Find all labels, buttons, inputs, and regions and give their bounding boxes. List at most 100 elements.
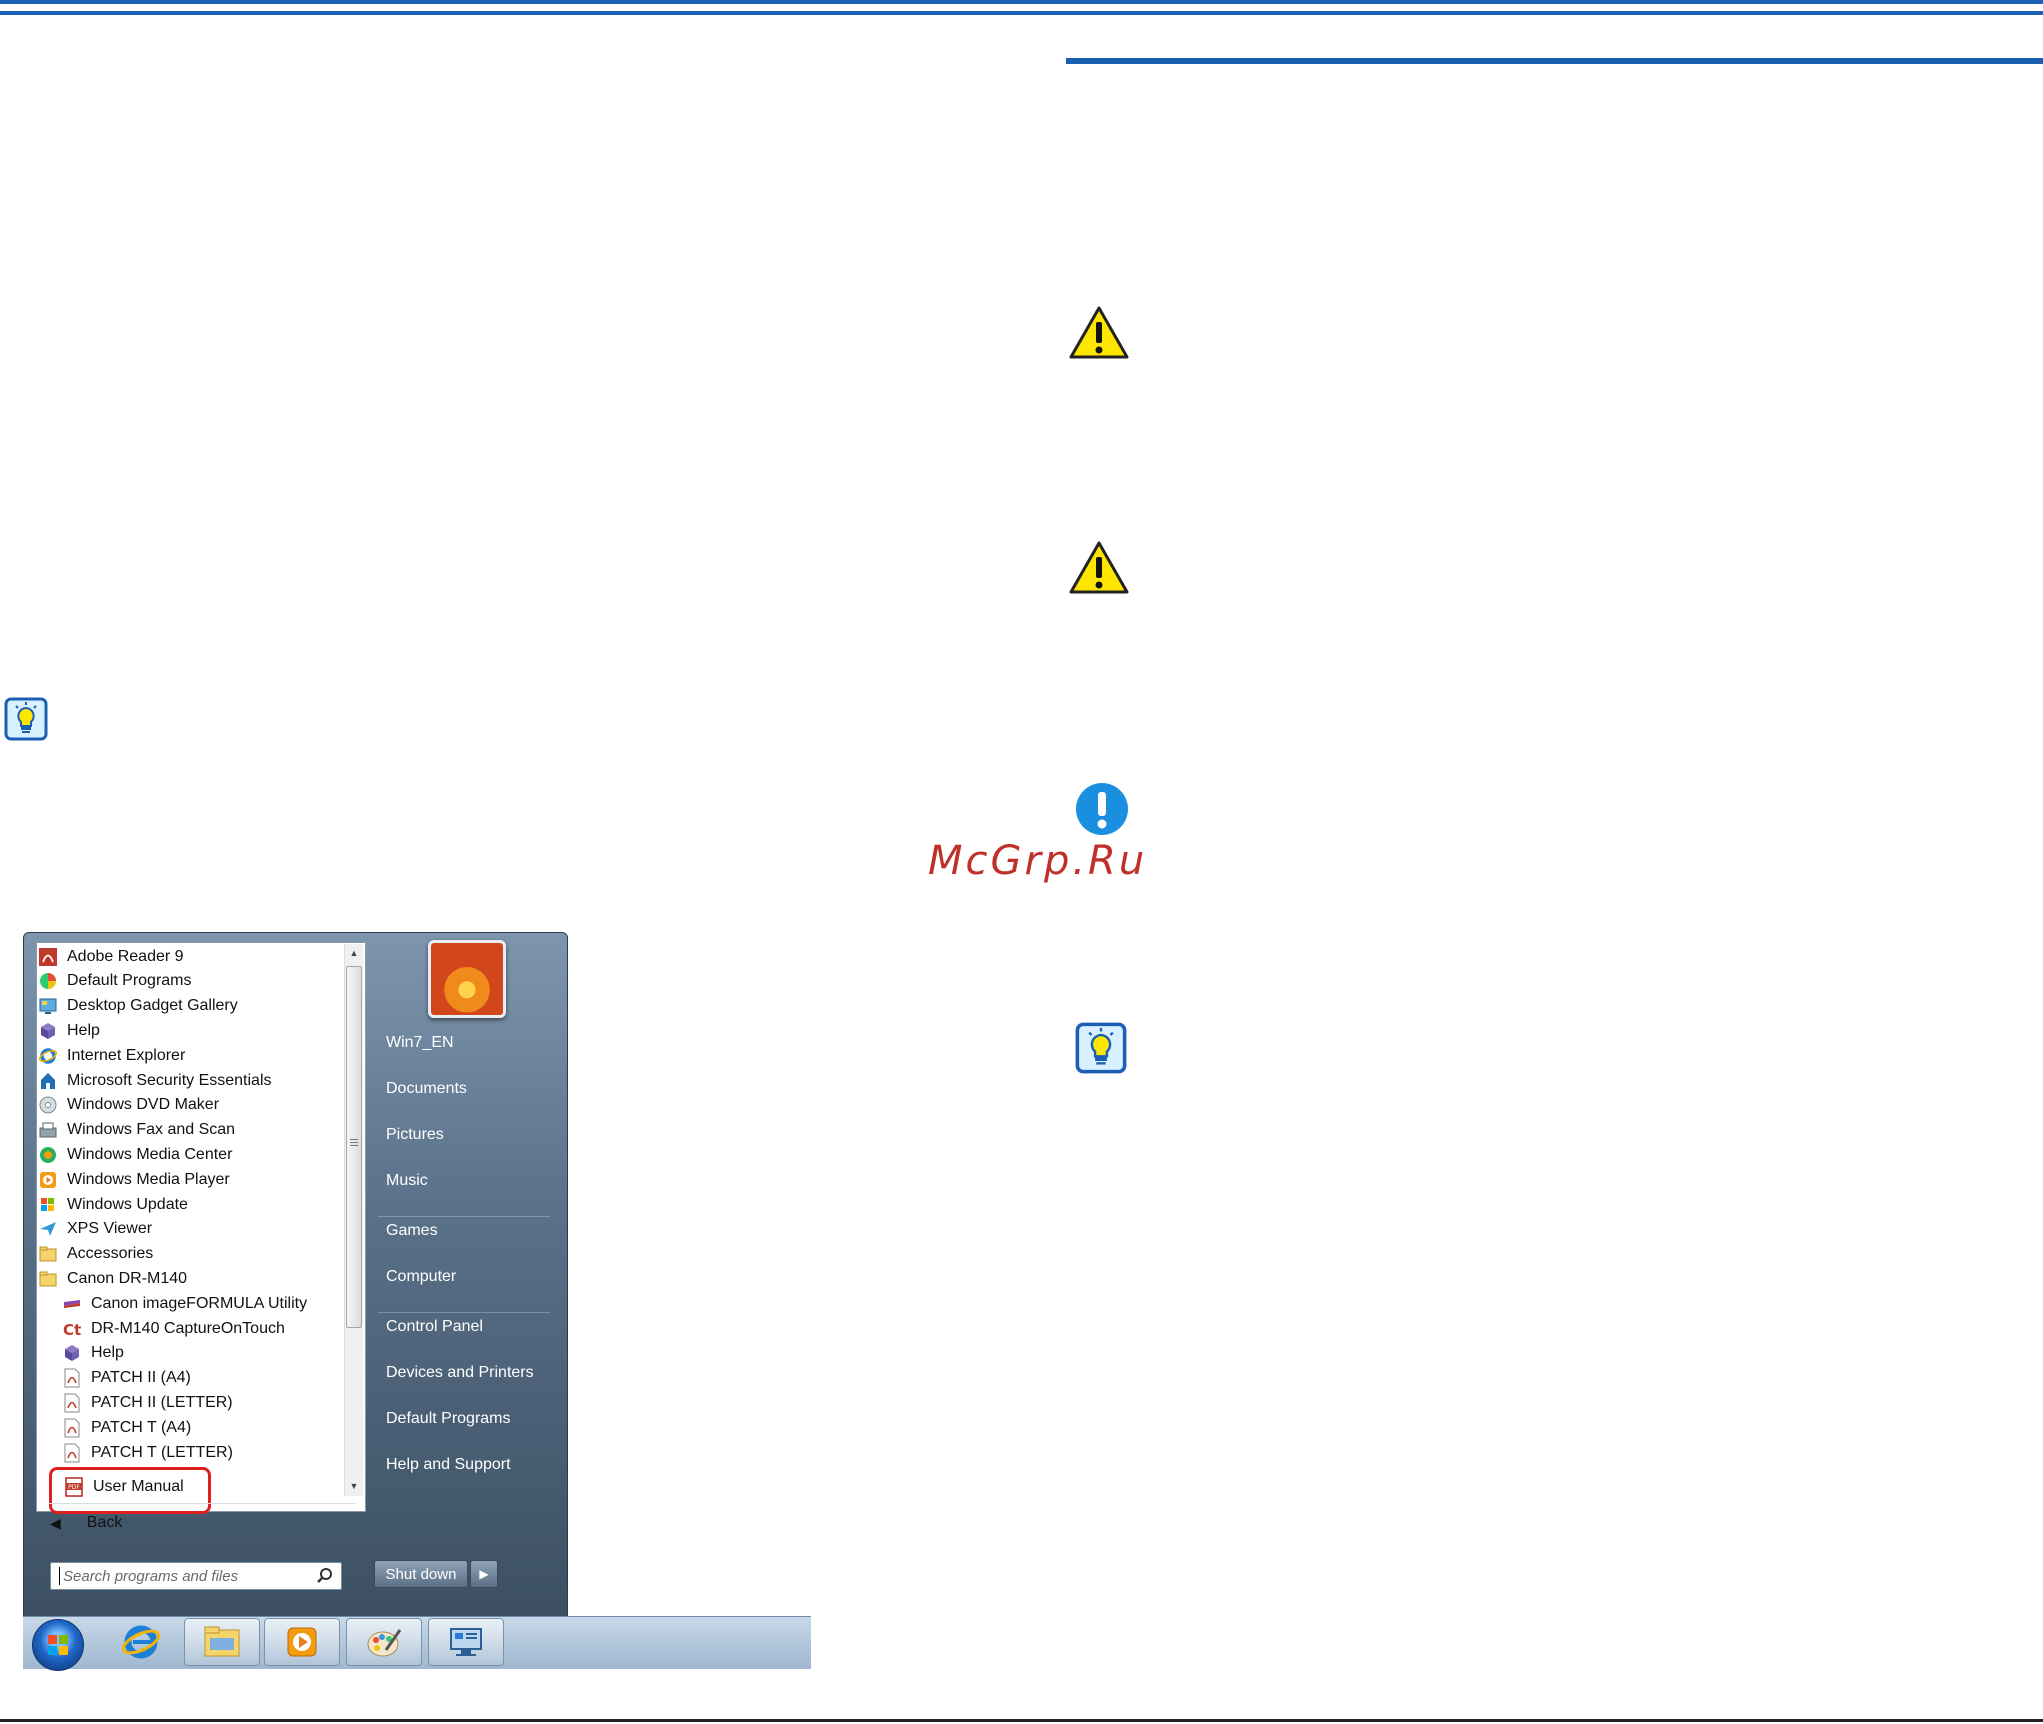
program-item-label: Canon DR-M140 (67, 1269, 188, 1287)
program-item-label: Internet Explorer (67, 1046, 186, 1064)
right-pane-item[interactable]: Computer (386, 1268, 456, 1286)
hint-icon (1075, 1022, 1127, 1074)
divider (378, 1312, 550, 1313)
pdf-icon (62, 1443, 82, 1463)
program-item-label: PATCH II (A4) (91, 1369, 191, 1387)
program-item-label: Canon imageFORMULA Utility (91, 1294, 308, 1312)
program-item[interactable]: Ct DR-M140 CaptureOnTouch (62, 1316, 285, 1341)
gadget-gallery-icon (38, 996, 58, 1016)
top-rule (0, 0, 2043, 4)
program-item[interactable]: Windows Media Player (38, 1167, 230, 1192)
paint-icon (367, 1629, 402, 1657)
program-item-label: PATCH T (A4) (91, 1418, 192, 1436)
program-item-label: Desktop Gadget Gallery (67, 997, 238, 1015)
right-pane-item[interactable]: Win7_EN (386, 1034, 454, 1052)
program-item[interactable]: PATCH T (A4) (62, 1415, 191, 1440)
program-item[interactable]: Help (62, 1341, 124, 1366)
back-button[interactable]: ◀ Back (50, 1510, 122, 1536)
program-item[interactable]: Adobe Reader 9 (38, 944, 184, 969)
back-label: Back (86, 1514, 123, 1531)
media-player-icon (38, 1170, 58, 1190)
divider (378, 1216, 550, 1217)
program-item-label: Windows Fax and Scan (67, 1121, 236, 1139)
right-pane-item[interactable]: Default Programs (386, 1410, 511, 1428)
search-input[interactable]: Search programs and files (50, 1562, 342, 1590)
taskbar-internet-explorer[interactable] (106, 1618, 176, 1666)
bottom-rule (0, 1719, 2043, 1722)
media-player-icon (287, 1627, 317, 1657)
watermark: McGrp.Ru (928, 838, 1148, 884)
scroll-up-icon[interactable]: ▲ (347, 946, 361, 960)
right-pane-item[interactable]: Devices and Printers (386, 1364, 534, 1382)
folder-icon (204, 1626, 240, 1657)
back-arrow-icon: ◀ (50, 1514, 61, 1531)
right-pane-item[interactable]: Music (386, 1172, 428, 1190)
scroll-down-icon[interactable]: ▼ (347, 1479, 361, 1493)
taskbar-paint[interactable] (346, 1618, 422, 1666)
right-pane-item[interactable]: Help and Support (386, 1456, 511, 1474)
taskbar-media-player[interactable] (264, 1618, 340, 1666)
program-item[interactable]: Canon imageFORMULA Utility (62, 1291, 307, 1316)
right-pane-item[interactable]: Games (386, 1222, 438, 1240)
help-book-icon (62, 1343, 82, 1363)
folder-icon (38, 1269, 58, 1289)
program-item[interactable]: Default Programs (38, 969, 192, 994)
user-avatar[interactable] (428, 940, 506, 1018)
taskbar-explorer[interactable] (184, 1618, 260, 1666)
scrollbar-thumb[interactable] (346, 966, 362, 1328)
media-center-icon (38, 1145, 58, 1165)
program-item[interactable]: Windows Media Center (38, 1142, 232, 1167)
shutdown-button[interactable]: Shut down (374, 1560, 468, 1588)
program-item[interactable]: Internet Explorer (38, 1043, 185, 1068)
folder-icon (38, 1244, 58, 1264)
program-item[interactable]: PATCH II (LETTER) (62, 1390, 233, 1415)
program-item[interactable]: Windows Fax and Scan (38, 1118, 235, 1143)
program-item[interactable]: Desktop Gadget Gallery (38, 994, 238, 1019)
windows-logo-icon (48, 1635, 68, 1655)
program-item[interactable]: PATCH II (A4) (62, 1366, 191, 1391)
internet-explorer-icon (121, 1625, 161, 1659)
right-pane-item[interactable]: Pictures (386, 1126, 444, 1144)
program-item-label: Windows Media Center (67, 1145, 233, 1163)
program-item-label: Windows Media Player (67, 1170, 230, 1188)
programs-list: Adobe Reader 9 Default Programs Desktop Ga… (36, 942, 342, 1474)
program-item[interactable]: Canon DR-M140 (38, 1266, 187, 1291)
program-item-label: Microsoft Security Essentials (67, 1071, 272, 1089)
program-item[interactable]: XPS Viewer (38, 1217, 152, 1242)
internet-explorer-icon (38, 1046, 58, 1066)
search-icon[interactable] (316, 1567, 334, 1585)
hint-icon (4, 697, 48, 741)
program-item-label: Windows Update (67, 1195, 188, 1213)
program-item[interactable]: Accessories (38, 1242, 153, 1267)
program-item[interactable]: Help (38, 1018, 100, 1043)
svg-text:Ct: Ct (63, 1321, 81, 1339)
help-book-icon (38, 1021, 58, 1041)
program-item-label: Windows DVD Maker (67, 1096, 220, 1114)
program-item[interactable]: PATCH T (LETTER) (62, 1440, 233, 1465)
right-pane-item[interactable]: Control Panel (386, 1318, 483, 1336)
program-item-label: Adobe Reader 9 (67, 947, 184, 965)
xps-viewer-icon (38, 1219, 58, 1239)
start-button[interactable] (32, 1619, 84, 1671)
program-item-label: PATCH T (LETTER) (91, 1443, 233, 1461)
fax-scan-icon (38, 1120, 58, 1140)
dvd-maker-icon (38, 1095, 58, 1115)
shutdown-options-arrow-icon[interactable]: ▶ (470, 1560, 498, 1588)
windows-update-icon (38, 1195, 58, 1215)
pdf-icon (62, 1393, 82, 1413)
imageformula-icon (62, 1294, 82, 1314)
default-programs-icon (38, 971, 58, 991)
program-item-label: Help (91, 1344, 124, 1362)
program-item[interactable]: Windows Update (38, 1192, 188, 1217)
program-item[interactable]: Windows DVD Maker (38, 1093, 219, 1118)
program-item[interactable]: Microsoft Security Essentials (38, 1068, 272, 1093)
program-item-label: DR-M140 CaptureOnTouch (91, 1319, 285, 1337)
program-item-label: XPS Viewer (67, 1220, 153, 1238)
adobe-reader-icon (38, 947, 58, 967)
security-essentials-icon (38, 1071, 58, 1091)
right-pane-item[interactable]: Documents (386, 1080, 467, 1098)
program-item-label: Help (67, 1021, 100, 1039)
taskbar-remote-desktop[interactable] (428, 1618, 504, 1666)
pdf-icon (62, 1368, 82, 1388)
program-item-label: Default Programs (67, 972, 192, 990)
